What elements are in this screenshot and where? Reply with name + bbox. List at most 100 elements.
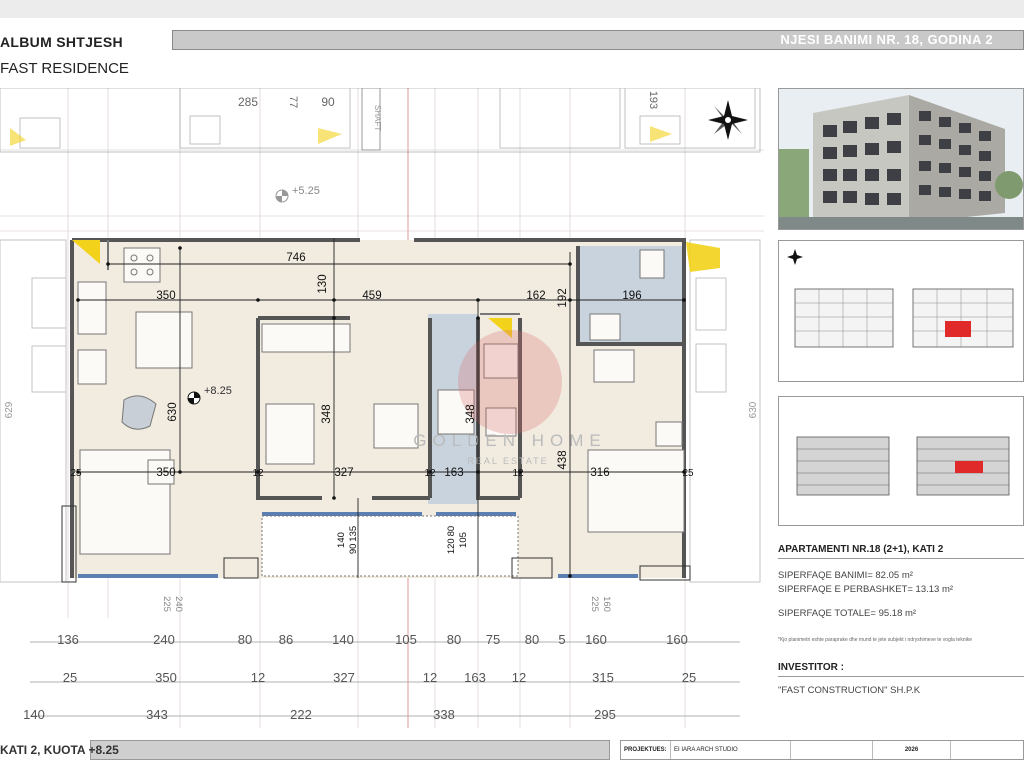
row2-dim: 327 [333,670,355,685]
level-label: KATI 2, KUOTA +8.25 [0,743,119,757]
dimension-row-3: 140 343 222 338 295 [23,707,616,722]
dim-746: 746 [286,252,305,264]
exterior-dimension-chains [30,641,740,717]
investor-name: "FAST CONSTRUCTION" SH.P.K [778,685,921,696]
dimension-row-2: 25 350 12 327 12 163 12 315 25 [63,670,696,685]
side-dim-right: 630 [748,401,759,418]
window-dim-105: 105 [458,532,469,548]
row3-dim: 140 [23,707,45,722]
dimension-row-1: 136 240 80 86 140 105 80 75 80 5 160 160 [57,632,688,647]
dim-12-c: 12 [512,468,524,479]
dim-438: 438 [557,450,569,469]
row1-dim: 80 [238,632,252,647]
row1-dim: 75 [486,632,500,647]
project-year: 2026 [873,741,951,759]
top-dim-77: 77 [287,96,299,108]
key-plan-drawing [787,249,1014,348]
section-highlight [955,461,983,473]
info-panel: APARTAMENTI NR.18 (2+1), KATI 2 SIPERFAQ… [778,88,1024,738]
living-area: SIPERFAQE BANIMI= 82.05 m² [778,570,913,581]
section-drawing [796,436,1010,496]
projektues-label: PROJEKTUES: [621,741,671,759]
row1-dim: 5 [558,632,565,647]
north-arrow-icon [708,100,748,140]
row3-dim: 295 [594,707,616,722]
side-dim-left: 629 [4,401,15,418]
row1-dim: 136 [57,632,79,647]
disclaimer-note: *Kjo planimetri eshte paraprake dhe mund… [778,637,972,643]
row1-dim: 140 [332,632,354,647]
watermark-subtitle: REAL ESTATE [467,456,548,466]
dim-348-room: 348 [321,404,333,423]
footer-title-block: KATI 2, KUOTA +8.25 PROJEKTUES: EI IARA … [0,740,1024,762]
row1-dim: 80 [525,632,539,647]
key-plan-north-icon [787,249,803,265]
yellow-marker-right [686,242,720,272]
total-area: SIPERFAQE TOTALE= 95.18 m² [778,608,917,619]
row2-dim: 315 [592,670,614,685]
top-dim-285: 285 [238,95,258,109]
top-dim-193: 193 [647,91,659,109]
watermark-brand: GOLDEN HOME [413,431,607,450]
window-dim-140: 140 [336,532,347,548]
row2-dim: 25 [63,670,77,685]
apartment-title: APARTAMENTI NR.18 (2+1), KATI 2 [778,544,944,555]
row1-dim: 240 [153,632,175,647]
dim-163: 163 [444,467,463,479]
yellow-marker-top-right [650,126,672,142]
apartment-divider [778,558,1024,559]
row2-dim: 25 [682,670,696,685]
dim-12-b: 12 [424,468,436,479]
row3-dim: 338 [433,707,455,722]
footer-cells: PROJEKTUES: EI IARA ARCH STUDIO 2026 [620,740,1024,760]
top-strip [0,0,1024,18]
floor-plan: SHAFT 285 77 90 193 +5.25 629 630 +8.25 … [0,88,764,738]
footer-bar [90,740,610,760]
window-dim-90-135: 90 135 [348,526,359,554]
lower-dim-240: 240 [173,596,184,612]
key-plan-highlight [945,321,971,337]
level-marker-unit-icon [187,391,201,405]
row2-dim: 12 [251,670,265,685]
dim-350-bottom: 350 [156,467,175,479]
yellow-marker-top-center [318,128,342,144]
window-dim-120-80: 120 80 [446,526,457,554]
row2-dim: 12 [423,670,437,685]
row1-dim: 105 [395,632,417,647]
yellow-marker-top-left [10,128,26,146]
row1-dim: 160 [585,632,607,647]
dim-162: 162 [526,290,545,302]
investor-divider [778,676,1024,677]
floor-plan-drawing: SHAFT 285 77 90 193 +5.25 629 630 +8.25 … [0,88,764,728]
balcony [261,515,519,577]
row2-dim: 163 [464,670,486,685]
dim-25-b: 25 [682,468,694,479]
row1-dim: 80 [447,632,461,647]
dim-316: 316 [590,467,609,479]
row2-dim: 350 [155,670,177,685]
studio-name: EI IARA ARCH STUDIO [671,741,791,759]
level-marker-top-icon [275,189,289,203]
building-render [778,88,1024,230]
row1-dim: 86 [279,632,293,647]
row3-dim: 222 [290,707,312,722]
lower-dim-225-left: 225 [161,596,172,612]
dim-12-a: 12 [252,468,264,479]
row3-dim: 343 [146,707,168,722]
dim-192: 192 [557,288,569,307]
investor-title: INVESTITOR : [778,662,844,673]
top-dim-90: 90 [321,95,335,109]
shaft-label: SHAFT [373,105,382,131]
section-elevation [778,396,1024,526]
dim-25-a: 25 [70,468,82,479]
dim-130: 130 [317,274,329,293]
unit-title-bar: NJESI BANIMI NR. 18, GODINA 2 [172,30,1024,50]
level-marker-unit-value: +8.25 [204,385,232,397]
footer-info-cell [791,741,873,759]
project-name: FAST RESIDENCE [0,60,129,77]
album-title: ALBUM SHTJESH [0,34,123,50]
dim-327: 327 [334,467,353,479]
lower-dim-225-right: 225 [589,596,600,612]
footer-empty-cell [951,741,1023,759]
level-marker-top-value: +5.25 [292,185,320,197]
